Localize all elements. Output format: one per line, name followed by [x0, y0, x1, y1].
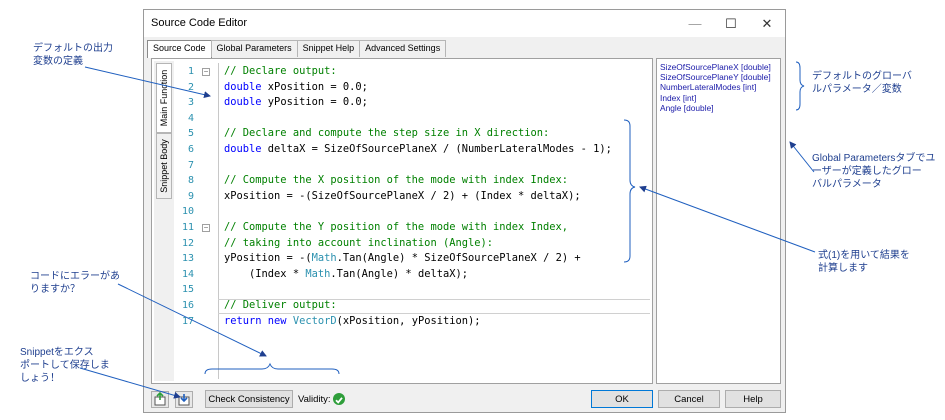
arrow-export: [79, 367, 181, 399]
arrow-errors: [117, 283, 267, 357]
arrow-default-output: [84, 66, 211, 99]
bracket-errors: [204, 362, 340, 375]
arrow-user-params: [789, 141, 815, 173]
bracket-compute: [623, 119, 636, 263]
arrow-compute: [639, 185, 816, 253]
bracket-global-params: [795, 61, 805, 111]
annotation-arrows: [79, 61, 816, 399]
